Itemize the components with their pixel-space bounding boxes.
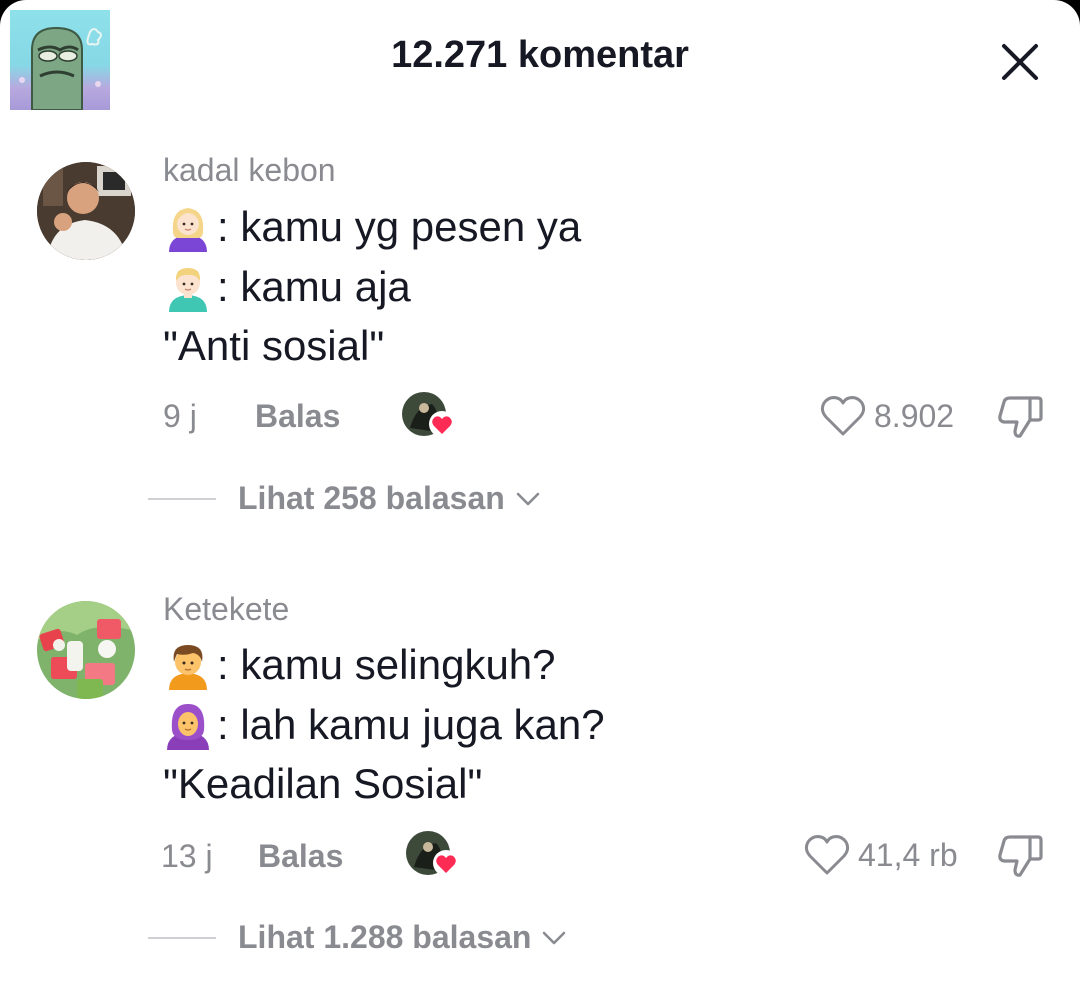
comment-text: : kamu yg pesen ya bbox=[217, 203, 582, 250]
woman-headscarf-icon bbox=[163, 700, 213, 750]
comment-text-line: "Anti sosial" bbox=[163, 322, 384, 370]
avatar[interactable] bbox=[37, 162, 135, 260]
comment-timestamp: 13 j bbox=[161, 838, 213, 874]
dislike-button[interactable] bbox=[996, 394, 1044, 440]
comment-text: : kamu aja bbox=[217, 263, 411, 310]
creator-liked-badge bbox=[402, 392, 458, 438]
comment-text-line: : kamu selingkuh? bbox=[163, 640, 556, 690]
woman-blond-icon bbox=[163, 202, 213, 252]
view-replies-label: Lihat 258 balasan bbox=[238, 480, 505, 516]
heart-outline-icon bbox=[820, 396, 866, 436]
like-button[interactable]: 8.902 bbox=[820, 394, 954, 438]
view-replies-button[interactable]: Lihat 1.288 balasan bbox=[148, 919, 567, 956]
comment-text: "Keadilan Sosial" bbox=[163, 760, 483, 807]
dislike-button[interactable] bbox=[996, 833, 1044, 879]
comment-text-line: : kamu yg pesen ya bbox=[163, 202, 581, 252]
person-icon bbox=[163, 640, 213, 690]
comment-timestamp: 9 j bbox=[163, 398, 197, 434]
comment-text: : lah kamu juga kan? bbox=[217, 701, 605, 748]
chevron-down-icon bbox=[516, 492, 540, 505]
like-button[interactable]: 41,4 rb bbox=[804, 833, 958, 877]
view-replies-label: Lihat 1.288 balasan bbox=[238, 919, 532, 955]
reply-button[interactable]: Balas bbox=[255, 398, 340, 435]
close-icon bbox=[1002, 44, 1038, 80]
comment-text-line: "Keadilan Sosial" bbox=[163, 760, 482, 808]
man-blond-icon bbox=[163, 262, 213, 312]
comment-username[interactable]: Ketekete bbox=[163, 591, 289, 628]
comment-text: : kamu selingkuh? bbox=[217, 641, 556, 688]
view-replies-button[interactable]: Lihat 258 balasan bbox=[148, 480, 541, 517]
comment-text-line: : lah kamu juga kan? bbox=[163, 700, 605, 750]
like-count: 41,4 rb bbox=[858, 836, 958, 873]
close-button[interactable] bbox=[998, 40, 1042, 84]
heart-outline-icon bbox=[804, 835, 850, 875]
like-count: 8.902 bbox=[874, 397, 955, 434]
avatar[interactable] bbox=[37, 601, 135, 699]
thumbs-down-icon bbox=[998, 396, 1043, 438]
thumbs-down-icon bbox=[998, 835, 1043, 877]
comments-count-title: 12.271 komentar bbox=[391, 34, 689, 76]
reply-button[interactable]: Balas bbox=[258, 838, 343, 875]
divider bbox=[148, 497, 216, 500]
comment-username[interactable]: kadal kebon bbox=[163, 152, 336, 189]
comment-text-line: : kamu aja bbox=[163, 262, 411, 312]
creator-liked-badge bbox=[406, 831, 462, 877]
comments-sheet: 12.271 komentar kadal kebon: kamu yg pe… bbox=[0, 0, 1080, 1004]
divider bbox=[148, 936, 216, 939]
comment-text: "Anti sosial" bbox=[163, 322, 385, 369]
chevron-down-icon bbox=[543, 931, 566, 944]
